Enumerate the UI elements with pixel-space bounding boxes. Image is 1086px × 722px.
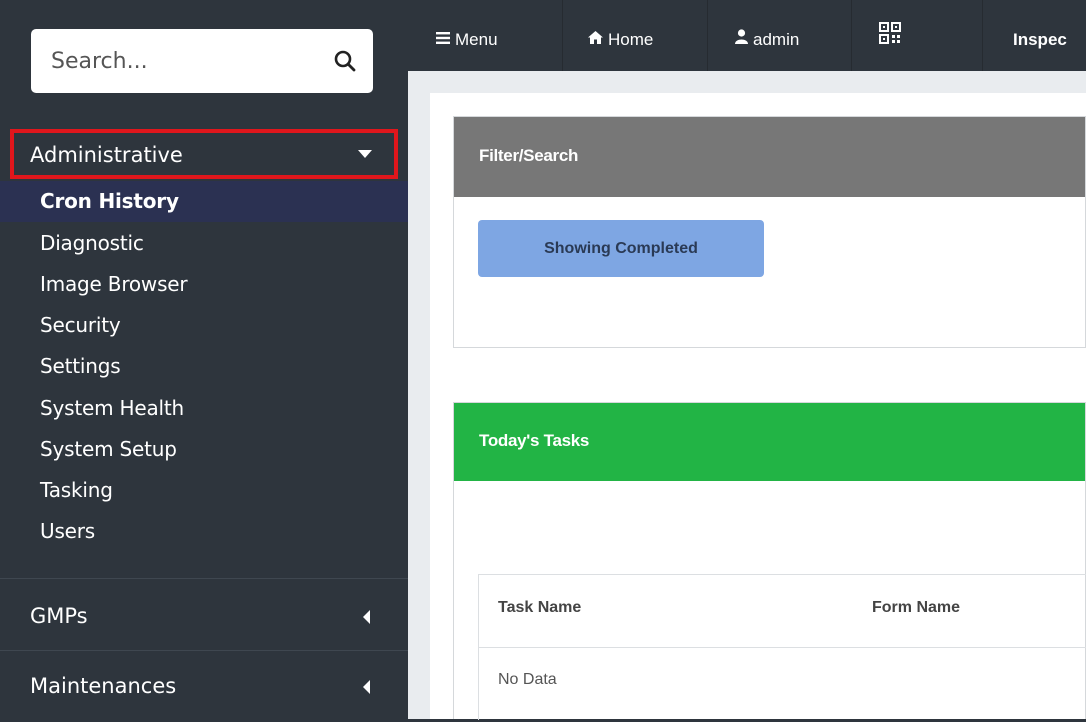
home-icon [588,31,603,44]
nav-home-button[interactable]: Home [563,0,707,71]
table-empty-message: No Data [498,671,557,688]
sidebar-item-image-browser[interactable]: Image Browser [0,264,408,305]
sidebar-item-label: Settings [40,354,121,378]
nav-user-button[interactable]: admin [708,0,851,71]
filter-card: Filter/Search Showing Completed [453,116,1086,348]
sidebar-item-label: System Health [40,396,185,420]
menu-icon [436,32,450,44]
sidebar-item-label: System Setup [40,437,177,461]
sidebar-section-administrative[interactable]: Administrative [10,129,398,179]
sidebar-divider [0,650,408,651]
sidebar-divider [0,578,408,579]
tasks-card-header[interactable]: Today's Tasks [454,403,1085,481]
sidebar-item-label: Cron History [40,189,179,213]
sidebar-item-label: Tasking [40,478,113,502]
nav-home-label: Home [608,30,654,49]
search-box [31,29,373,93]
caret-left-icon [363,680,370,694]
content-panel: Filter/Search Showing Completed Today's … [430,93,1086,720]
sidebar-item-cron-history[interactable]: Cron History [0,181,408,222]
sidebar-section-gmps[interactable]: GMPs [0,582,408,652]
column-header-form-name[interactable]: Form Name [872,599,960,617]
nav-user-label: admin [753,30,800,49]
sidebar-item-diagnostic[interactable]: Diagnostic [0,223,408,264]
caret-left-icon [363,610,370,624]
sidebar-section-label: GMPs [30,604,88,628]
nav-menu-label: Menu [455,30,498,49]
qr-code-icon [879,22,901,44]
search-input[interactable] [51,29,321,93]
nav-inspect-button[interactable]: Inspec [983,0,1086,71]
sidebar-item-settings[interactable]: Settings [0,346,408,387]
sidebar-item-label: Diagnostic [40,231,144,255]
table-divider [479,647,1086,648]
sidebar-section-maintenances[interactable]: Maintenances [0,652,408,722]
tasks-card: Today's Tasks Task Name Form Name No Dat… [453,402,1086,720]
sidebar-item-users[interactable]: Users [0,511,408,552]
search-icon[interactable] [333,49,357,73]
filter-card-title: Filter/Search [479,146,579,165]
sidebar-item-label: Users [40,519,96,543]
tasks-card-title: Today's Tasks [479,431,590,450]
nav-inspect-label: Inspec [1013,30,1067,49]
sidebar-item-security[interactable]: Security [0,305,408,346]
sidebar-item-tasking[interactable]: Tasking [0,470,408,511]
main-area: Filter/Search Showing Completed Today's … [408,71,1086,720]
sidebar-item-system-setup[interactable]: System Setup [0,429,408,470]
sidebar: Administrative Cron History Diagnostic I… [0,0,408,719]
nav-menu-button[interactable]: Menu [408,0,562,71]
tasks-table: Task Name Form Name No Data [478,574,1086,720]
showing-completed-button[interactable]: Showing Completed [478,220,764,277]
caret-down-icon [358,150,372,158]
top-nav: Menu Home admin Inspec [408,0,1086,80]
filter-card-header[interactable]: Filter/Search [454,117,1085,197]
sidebar-section-label: Administrative [30,143,183,167]
sidebar-item-system-health[interactable]: System Health [0,388,408,429]
column-header-task-name[interactable]: Task Name [498,599,581,617]
nav-qr-button[interactable] [852,0,982,71]
sidebar-section-label: Maintenances [30,674,177,698]
user-icon [735,29,748,44]
sidebar-item-label: Image Browser [40,272,188,296]
sidebar-item-label: Security [40,313,121,337]
